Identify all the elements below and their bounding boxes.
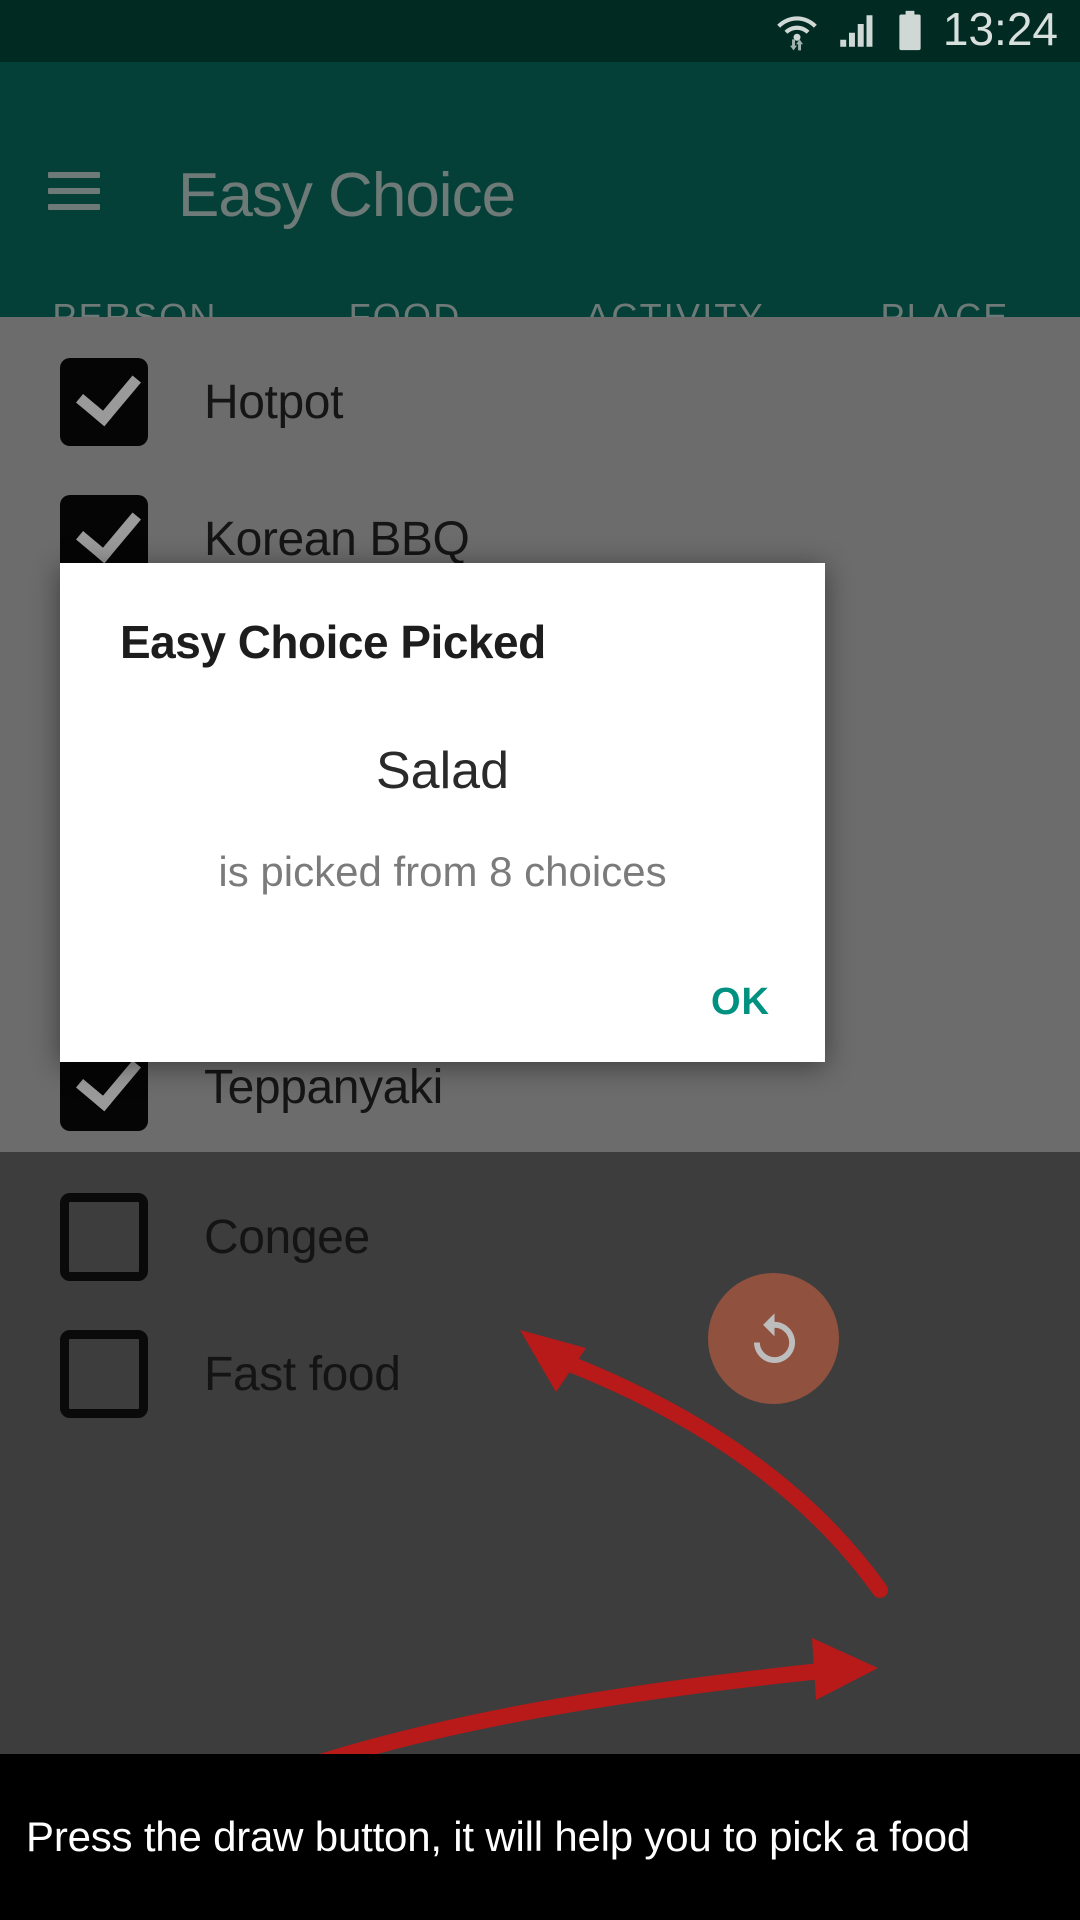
phone-screen: 13:24 Easy Choice PERSON FOOD ACTIVITY P…	[0, 0, 1080, 1920]
dialog-subtitle: is picked from 8 choices	[218, 848, 667, 895]
app-bar: Easy Choice PERSON FOOD ACTIVITY PLACE	[0, 62, 1080, 379]
signal-icon	[840, 15, 873, 47]
battery-icon	[899, 10, 921, 51]
status-bar-icons	[775, 9, 927, 53]
instruction-caption-text: Press the draw button, it will help you …	[26, 1813, 971, 1860]
draw-fab-button[interactable]	[708, 1273, 839, 1404]
dialog-picked-value: Salad	[376, 742, 509, 800]
picked-dialog: Easy Choice Picked Salad is picked from …	[60, 563, 825, 1062]
checkbox-unchecked-icon[interactable]	[60, 1193, 148, 1281]
dialog-ok-button[interactable]: OK	[711, 981, 770, 1024]
hamburger-bar-2	[48, 188, 100, 194]
list-item-label: Teppanyaki	[204, 1060, 443, 1114]
status-bar-clock: 13:24	[942, 3, 1058, 55]
instruction-caption: Press the draw button, it will help you …	[0, 1754, 1080, 1920]
list-item-label: Korean BBQ	[204, 512, 470, 566]
list-item-label: Congee	[204, 1210, 370, 1264]
hamburger-bar-3	[48, 204, 100, 210]
status-bar: 13:24	[0, 0, 1080, 62]
checkbox-checked-icon[interactable]	[60, 358, 148, 446]
choice-list-lower: Congee Fast food	[0, 1152, 1080, 1754]
hamburger-bar-1	[48, 172, 100, 178]
page-title: Easy Choice	[178, 161, 516, 230]
list-item-label: Fast food	[204, 1347, 401, 1401]
rotate-left-refresh-icon	[753, 1312, 795, 1363]
dialog-title: Easy Choice Picked	[120, 616, 546, 668]
list-item-label: Hotpot	[204, 375, 344, 429]
list-item[interactable]: Fast food	[0, 1289, 1080, 1459]
wifi-icon	[777, 16, 817, 51]
checkbox-unchecked-icon[interactable]	[60, 1330, 148, 1418]
hamburger-menu-icon[interactable]	[48, 172, 100, 210]
